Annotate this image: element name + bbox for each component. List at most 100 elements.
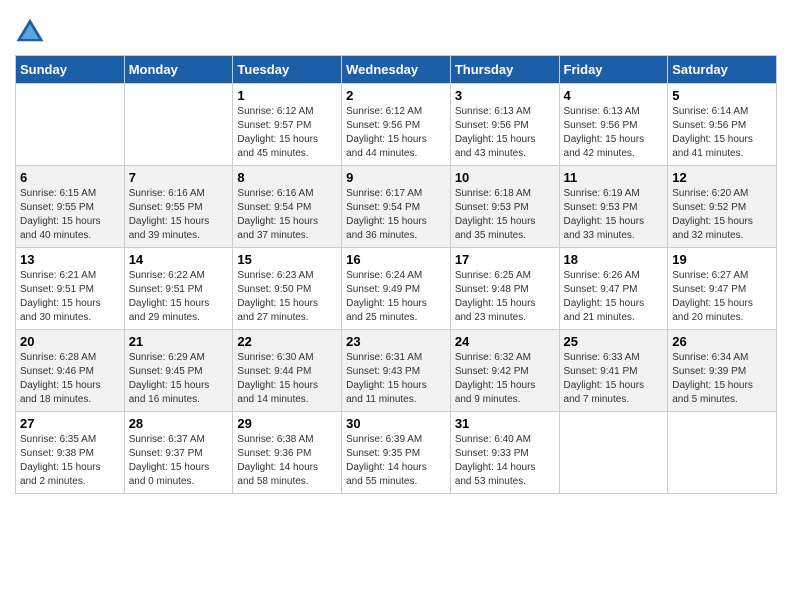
day-cell: 20 Sunrise: 6:28 AM Sunset: 9:46 PM Dayli… [16, 330, 125, 412]
day-number: 21 [129, 334, 229, 349]
day-number: 31 [455, 416, 555, 431]
week-row-4: 20 Sunrise: 6:28 AM Sunset: 9:46 PM Dayli… [16, 330, 777, 412]
week-row-5: 27 Sunrise: 6:35 AM Sunset: 9:38 PM Dayli… [16, 412, 777, 494]
day-number: 4 [564, 88, 664, 103]
day-number: 23 [346, 334, 446, 349]
day-number: 20 [20, 334, 120, 349]
day-cell: 17 Sunrise: 6:25 AM Sunset: 9:48 PM Dayli… [450, 248, 559, 330]
day-info: Sunrise: 6:21 AM Sunset: 9:51 PM Dayligh… [20, 269, 120, 325]
day-cell: 3 Sunrise: 6:13 AM Sunset: 9:56 PM Daylig… [450, 84, 559, 166]
day-cell [559, 412, 668, 494]
day-info: Sunrise: 6:12 AM Sunset: 9:57 PM Dayligh… [237, 105, 337, 161]
day-number: 12 [672, 170, 772, 185]
day-info: Sunrise: 6:32 AM Sunset: 9:42 PM Dayligh… [455, 351, 555, 407]
day-info: Sunrise: 6:23 AM Sunset: 9:50 PM Dayligh… [237, 269, 337, 325]
day-cell: 21 Sunrise: 6:29 AM Sunset: 9:45 PM Dayli… [124, 330, 233, 412]
weekday-saturday: Saturday [668, 56, 777, 84]
day-cell [124, 84, 233, 166]
day-number: 25 [564, 334, 664, 349]
logo [15, 15, 47, 45]
day-cell: 25 Sunrise: 6:33 AM Sunset: 9:41 PM Dayli… [559, 330, 668, 412]
day-cell: 24 Sunrise: 6:32 AM Sunset: 9:42 PM Dayli… [450, 330, 559, 412]
day-number: 13 [20, 252, 120, 267]
day-info: Sunrise: 6:14 AM Sunset: 9:56 PM Dayligh… [672, 105, 772, 161]
day-info: Sunrise: 6:27 AM Sunset: 9:47 PM Dayligh… [672, 269, 772, 325]
day-info: Sunrise: 6:39 AM Sunset: 9:35 PM Dayligh… [346, 433, 446, 489]
day-number: 7 [129, 170, 229, 185]
day-number: 17 [455, 252, 555, 267]
day-number: 22 [237, 334, 337, 349]
day-cell: 26 Sunrise: 6:34 AM Sunset: 9:39 PM Dayli… [668, 330, 777, 412]
day-number: 2 [346, 88, 446, 103]
day-info: Sunrise: 6:13 AM Sunset: 9:56 PM Dayligh… [564, 105, 664, 161]
day-info: Sunrise: 6:16 AM Sunset: 9:55 PM Dayligh… [129, 187, 229, 243]
day-cell: 15 Sunrise: 6:23 AM Sunset: 9:50 PM Dayli… [233, 248, 342, 330]
day-info: Sunrise: 6:13 AM Sunset: 9:56 PM Dayligh… [455, 105, 555, 161]
day-info: Sunrise: 6:38 AM Sunset: 9:36 PM Dayligh… [237, 433, 337, 489]
day-cell: 18 Sunrise: 6:26 AM Sunset: 9:47 PM Dayli… [559, 248, 668, 330]
day-number: 6 [20, 170, 120, 185]
day-info: Sunrise: 6:18 AM Sunset: 9:53 PM Dayligh… [455, 187, 555, 243]
day-cell: 6Sunrise: 6:15 AM Sunset: 9:55 PM Daylig… [16, 166, 125, 248]
day-number: 11 [564, 170, 664, 185]
day-info: Sunrise: 6:16 AM Sunset: 9:54 PM Dayligh… [237, 187, 337, 243]
day-cell: 7 Sunrise: 6:16 AM Sunset: 9:55 PM Daylig… [124, 166, 233, 248]
day-info: Sunrise: 6:20 AM Sunset: 9:52 PM Dayligh… [672, 187, 772, 243]
day-info: Sunrise: 6:40 AM Sunset: 9:33 PM Dayligh… [455, 433, 555, 489]
day-cell: 8 Sunrise: 6:16 AM Sunset: 9:54 PM Daylig… [233, 166, 342, 248]
day-cell: 2 Sunrise: 6:12 AM Sunset: 9:56 PM Daylig… [342, 84, 451, 166]
day-info: Sunrise: 6:25 AM Sunset: 9:48 PM Dayligh… [455, 269, 555, 325]
day-number: 10 [455, 170, 555, 185]
page-header [15, 15, 777, 45]
day-number: 19 [672, 252, 772, 267]
weekday-thursday: Thursday [450, 56, 559, 84]
day-cell [16, 84, 125, 166]
day-number: 15 [237, 252, 337, 267]
weekday-tuesday: Tuesday [233, 56, 342, 84]
day-cell: 16 Sunrise: 6:24 AM Sunset: 9:49 PM Dayli… [342, 248, 451, 330]
day-cell: 31 Sunrise: 6:40 AM Sunset: 9:33 PM Dayli… [450, 412, 559, 494]
day-cell [668, 412, 777, 494]
weekday-monday: Monday [124, 56, 233, 84]
day-cell: 1Sunrise: 6:12 AM Sunset: 9:57 PM Daylig… [233, 84, 342, 166]
day-number: 26 [672, 334, 772, 349]
day-number: 9 [346, 170, 446, 185]
day-info: Sunrise: 6:34 AM Sunset: 9:39 PM Dayligh… [672, 351, 772, 407]
day-info: Sunrise: 6:29 AM Sunset: 9:45 PM Dayligh… [129, 351, 229, 407]
day-info: Sunrise: 6:35 AM Sunset: 9:38 PM Dayligh… [20, 433, 120, 489]
day-info: Sunrise: 6:24 AM Sunset: 9:49 PM Dayligh… [346, 269, 446, 325]
day-number: 14 [129, 252, 229, 267]
weekday-wednesday: Wednesday [342, 56, 451, 84]
day-number: 8 [237, 170, 337, 185]
day-cell: 27 Sunrise: 6:35 AM Sunset: 9:38 PM Dayli… [16, 412, 125, 494]
calendar-body: 1Sunrise: 6:12 AM Sunset: 9:57 PM Daylig… [16, 84, 777, 494]
day-cell: 9Sunrise: 6:17 AM Sunset: 9:54 PM Daylig… [342, 166, 451, 248]
day-info: Sunrise: 6:26 AM Sunset: 9:47 PM Dayligh… [564, 269, 664, 325]
week-row-3: 13 Sunrise: 6:21 AM Sunset: 9:51 PM Dayli… [16, 248, 777, 330]
day-cell: 12 Sunrise: 6:20 AM Sunset: 9:52 PM Dayli… [668, 166, 777, 248]
day-number: 24 [455, 334, 555, 349]
day-info: Sunrise: 6:19 AM Sunset: 9:53 PM Dayligh… [564, 187, 664, 243]
day-info: Sunrise: 6:12 AM Sunset: 9:56 PM Dayligh… [346, 105, 446, 161]
day-number: 27 [20, 416, 120, 431]
day-number: 18 [564, 252, 664, 267]
day-info: Sunrise: 6:33 AM Sunset: 9:41 PM Dayligh… [564, 351, 664, 407]
calendar-table: SundayMondayTuesdayWednesdayThursdayFrid… [15, 55, 777, 494]
day-cell: 19 Sunrise: 6:27 AM Sunset: 9:47 PM Dayli… [668, 248, 777, 330]
day-number: 3 [455, 88, 555, 103]
day-number: 29 [237, 416, 337, 431]
day-cell: 11 Sunrise: 6:19 AM Sunset: 9:53 PM Dayli… [559, 166, 668, 248]
day-cell: 29 Sunrise: 6:38 AM Sunset: 9:36 PM Dayli… [233, 412, 342, 494]
day-cell: 10 Sunrise: 6:18 AM Sunset: 9:53 PM Dayli… [450, 166, 559, 248]
day-info: Sunrise: 6:22 AM Sunset: 9:51 PM Dayligh… [129, 269, 229, 325]
day-info: Sunrise: 6:28 AM Sunset: 9:46 PM Dayligh… [20, 351, 120, 407]
week-row-2: 6Sunrise: 6:15 AM Sunset: 9:55 PM Daylig… [16, 166, 777, 248]
day-number: 30 [346, 416, 446, 431]
day-number: 16 [346, 252, 446, 267]
day-cell: 14 Sunrise: 6:22 AM Sunset: 9:51 PM Dayli… [124, 248, 233, 330]
day-cell: 5Sunrise: 6:14 AM Sunset: 9:56 PM Daylig… [668, 84, 777, 166]
day-info: Sunrise: 6:37 AM Sunset: 9:37 PM Dayligh… [129, 433, 229, 489]
week-row-1: 1Sunrise: 6:12 AM Sunset: 9:57 PM Daylig… [16, 84, 777, 166]
logo-icon [15, 15, 45, 45]
day-cell: 22Sunrise: 6:30 AM Sunset: 9:44 PM Dayli… [233, 330, 342, 412]
